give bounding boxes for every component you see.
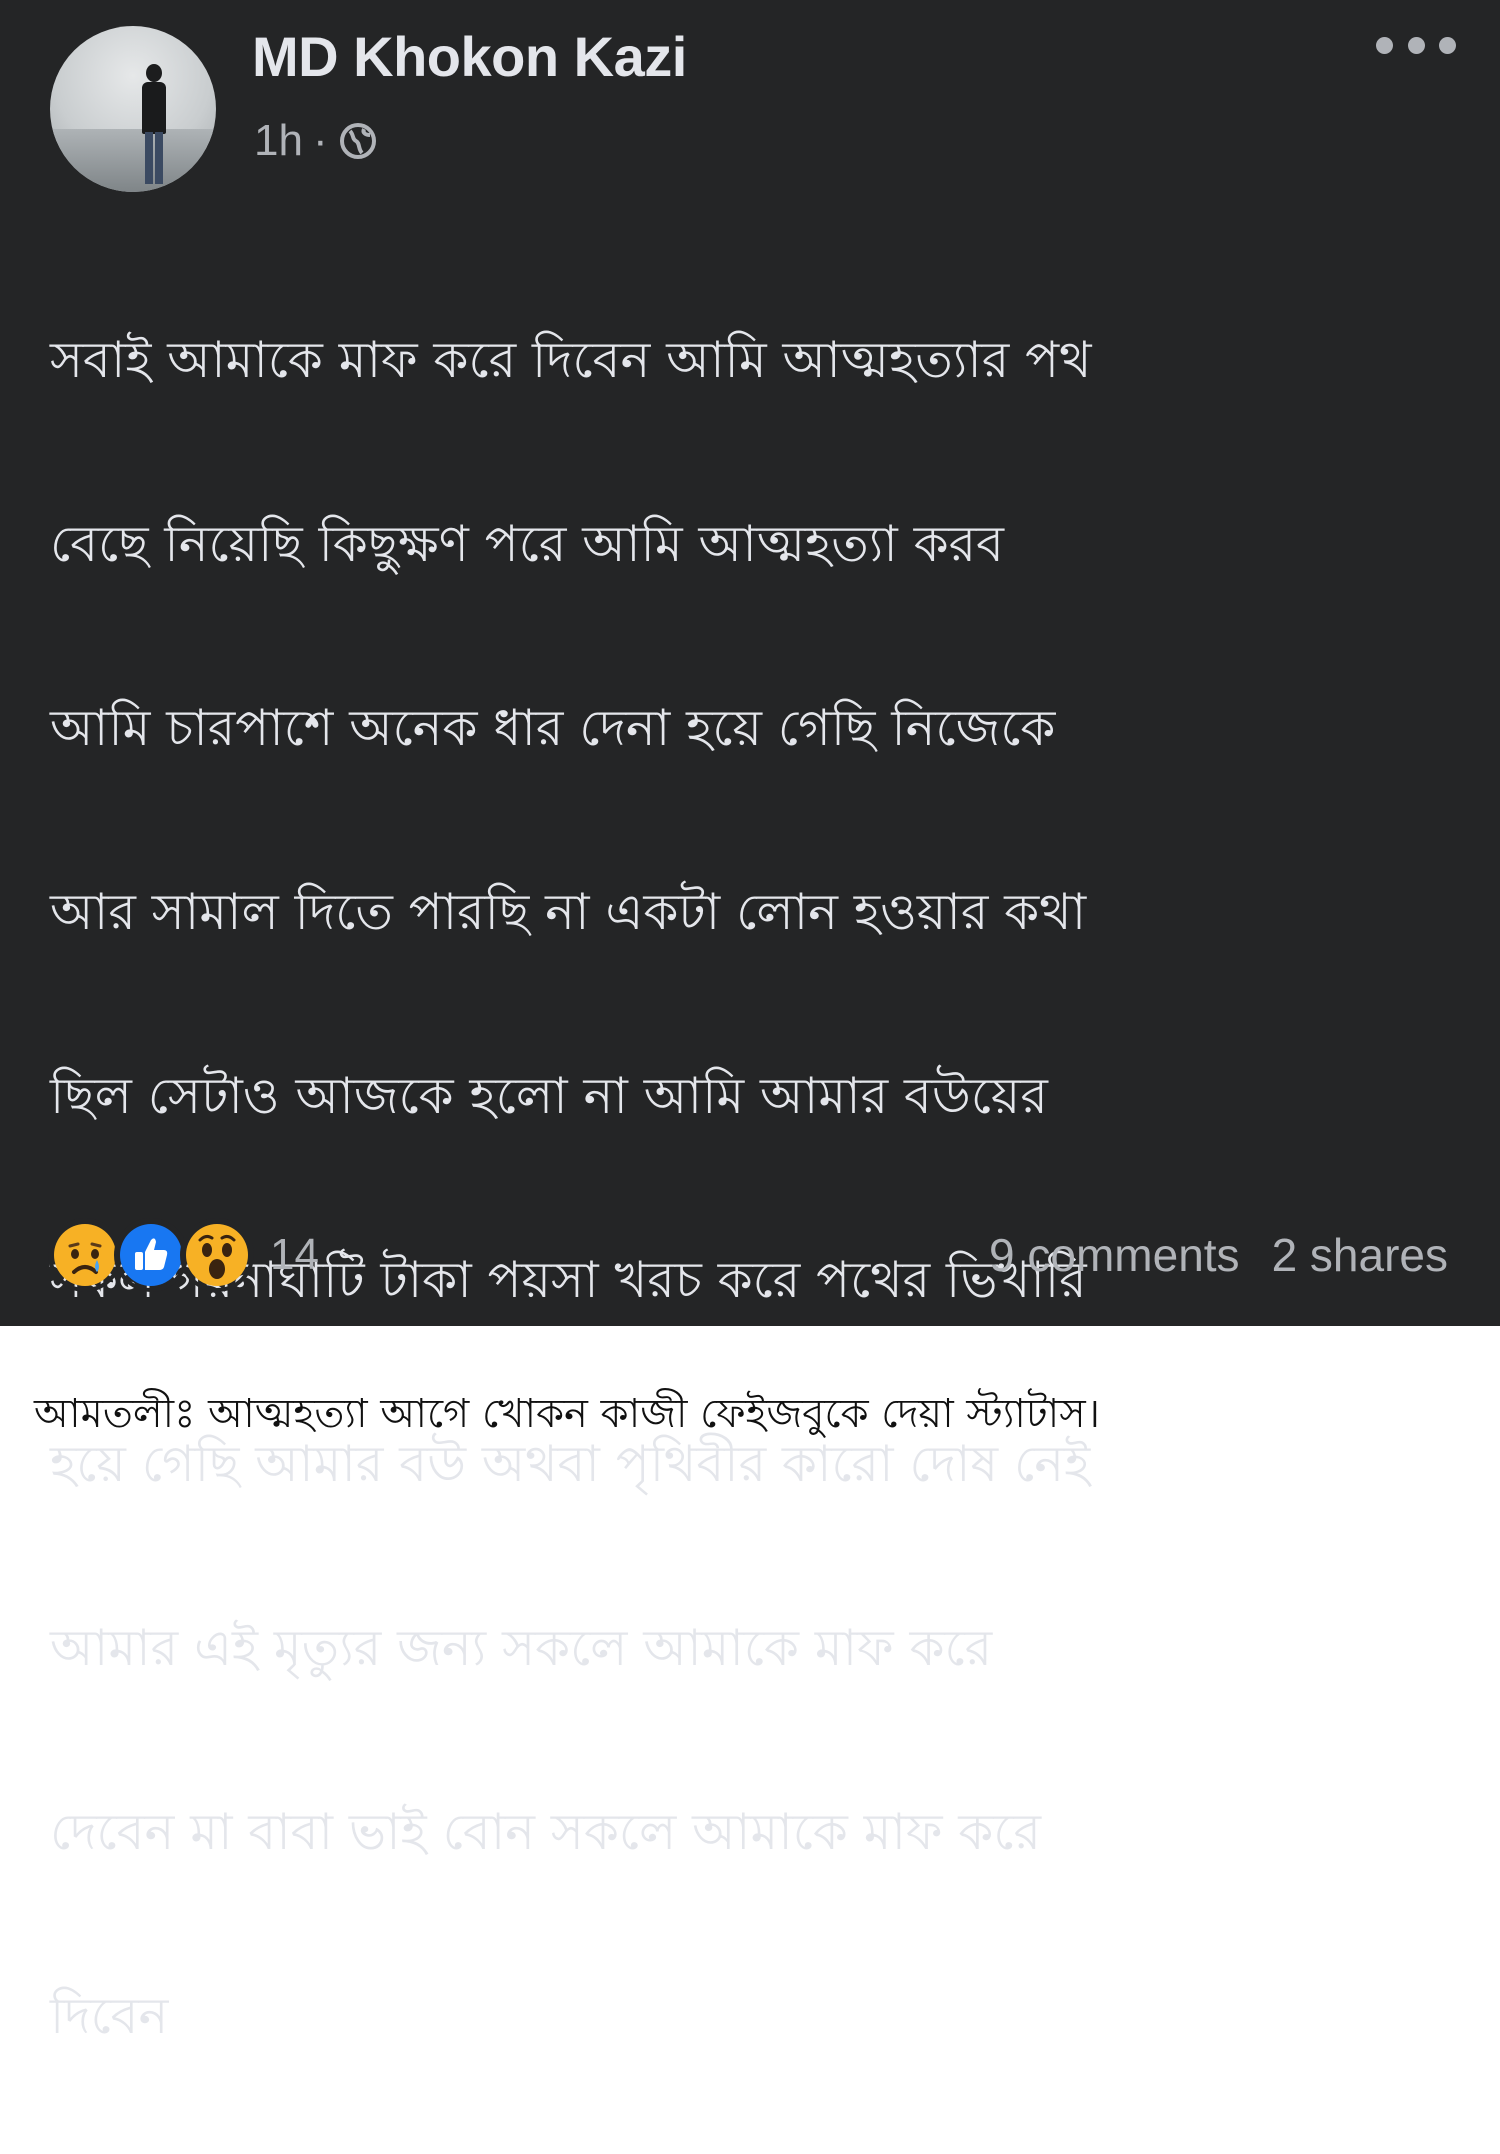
post-text-line: দিবেন [50, 1987, 169, 2045]
avatar-person-body [142, 82, 166, 134]
meta-separator: · [312, 116, 328, 165]
post-text-line: বেছে নিয়েছি কিছুক্ষণ পরে আমি আত্মহত্যা … [50, 515, 1005, 573]
post-text-line: আমার এই মৃত্যুর জন্য সকলে আমাকে মাফ করে [50, 1619, 993, 1677]
avatar-person-legs [145, 132, 163, 184]
reaction-count: 14 [270, 1230, 319, 1279]
facebook-post-card: MD Khokon Kazi 1h · সবাই আমাকে মাফ করে দ… [0, 0, 1500, 2045]
post-text-line: আর সামাল দিতে পারছি না একটা লোন হওয়ার ক… [50, 883, 1087, 941]
avatar-person [146, 64, 162, 82]
like-reaction-icon [114, 1218, 188, 1292]
post-text-line: সবাই আমাকে মাফ করে দিবেন আমি আত্মহত্যার … [50, 331, 1092, 389]
post-body: সবাই আমাকে মাফ করে দিবেন আমি আত্মহত্যার … [50, 222, 1460, 2154]
dot [1407, 36, 1425, 54]
news-caption: আমতলীঃ আত্মহত্যা আগে খোকন কাজী ফেইজবুকে … [34, 1391, 1101, 1437]
post-meta: 1h · [254, 116, 378, 166]
wow-reaction-icon [180, 1218, 254, 1292]
dot [1376, 36, 1393, 54]
post-text-line: আমি চারপাশে অনেক ধার দেনা হয়ে গেছি নিজে… [50, 699, 1056, 757]
more-options-icon[interactable] [1376, 30, 1456, 60]
reactions-summary[interactable]: 14 [48, 1218, 319, 1292]
dot [1439, 36, 1456, 54]
avatar-background [50, 128, 216, 192]
post-text-line: ছিল সেটাও আজকে হলো না আমি আমার বউয়ের [50, 1067, 1048, 1125]
author-name[interactable]: MD Khokon Kazi [252, 24, 687, 89]
avatar[interactable] [50, 26, 216, 192]
engagement-stats: 9 comments 2 shares [989, 1228, 1448, 1282]
comments-count-link[interactable]: 9 comments [989, 1229, 1240, 1281]
shares-count-link[interactable]: 2 shares [1272, 1229, 1448, 1281]
post-text-line: দেবেন মা বাবা ভাই বোন সকলে আমাকে মাফ করে [50, 1803, 1041, 1861]
globe-icon[interactable] [338, 121, 378, 161]
sad-reaction-icon [48, 1218, 122, 1292]
post-timestamp[interactable]: 1h [254, 116, 303, 166]
